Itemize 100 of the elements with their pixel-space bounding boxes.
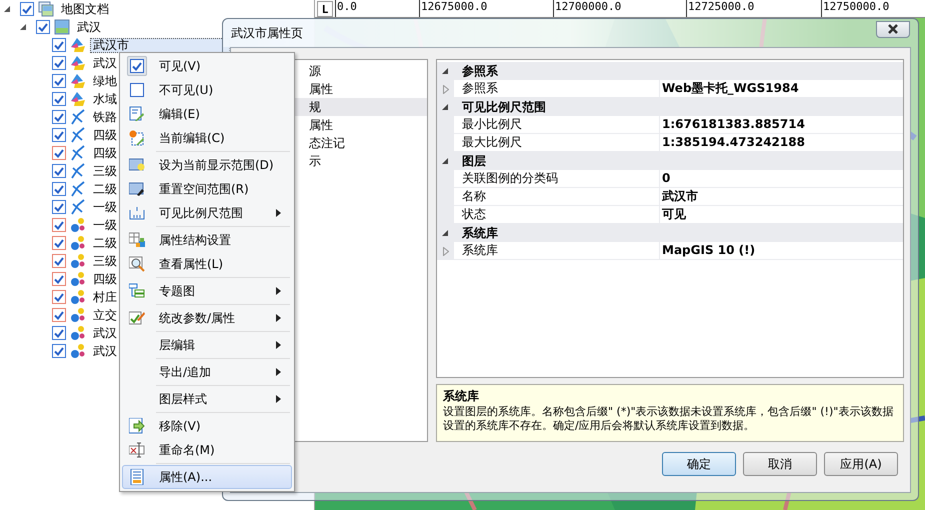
- property-name: 系统库: [454, 242, 660, 260]
- menu-item[interactable]: 导出/追加: [122, 360, 292, 384]
- layer-name[interactable]: 一级: [90, 200, 120, 214]
- expand-arrow-icon[interactable]: [3, 5, 11, 13]
- property-value[interactable]: Web墨卡托_WGS1984: [660, 80, 903, 98]
- menu-item[interactable]: 层编辑: [122, 333, 292, 357]
- layer-name[interactable]: 二级: [90, 182, 120, 196]
- eraser-range-icon: [129, 181, 145, 197]
- layer-name[interactable]: 水域: [90, 92, 120, 106]
- close-button[interactable]: [876, 20, 910, 38]
- collapse-arrow-icon[interactable]: [442, 230, 449, 236]
- layer-checkbox[interactable]: [52, 146, 66, 160]
- layer-checkbox[interactable]: [52, 182, 66, 196]
- layer-checkbox[interactable]: [52, 218, 66, 232]
- layer-name[interactable]: 三级: [90, 254, 120, 268]
- menu-item[interactable]: 可见(V): [122, 54, 292, 78]
- line-layer-icon: [70, 199, 86, 215]
- menu-item[interactable]: 属性结构设置: [122, 228, 292, 252]
- dialog-button[interactable]: 取消: [743, 452, 817, 476]
- layer-checkbox[interactable]: [52, 38, 66, 52]
- table-structure-icon: [129, 232, 145, 248]
- menu-item[interactable]: 可见比例尺范围: [122, 201, 292, 225]
- layer-checkbox[interactable]: [52, 344, 66, 358]
- menu-item[interactable]: 重命名(M): [122, 438, 292, 462]
- layer-name[interactable]: 四级: [90, 146, 120, 160]
- layer-checkbox[interactable]: [52, 56, 66, 70]
- menu-item[interactable]: 专题图: [122, 279, 292, 303]
- remove-icon: [129, 418, 145, 434]
- collapse-arrow-icon[interactable]: [442, 104, 449, 110]
- category-title: 参照系: [461, 62, 498, 80]
- menu-item[interactable]: 属性(A)...: [122, 465, 292, 489]
- menu-item[interactable]: 设为当前显示范围(D): [122, 153, 292, 177]
- layer-checkbox[interactable]: [52, 290, 66, 304]
- polygon-layer-icon: [70, 55, 86, 71]
- description-title: 系统库: [443, 388, 480, 405]
- menu-item[interactable]: 查看属性(L): [122, 252, 292, 276]
- layer-checkbox[interactable]: [52, 308, 66, 322]
- layer-checkbox[interactable]: [52, 200, 66, 214]
- dialog-button[interactable]: 确定: [662, 452, 736, 476]
- polygon-layer-icon: [70, 73, 86, 89]
- layer-checkbox[interactable]: [52, 254, 66, 268]
- polygon-layer-icon: [70, 91, 86, 107]
- layer-name[interactable]: 铁路: [90, 110, 120, 124]
- layer-name[interactable]: 立交: [90, 308, 120, 322]
- checkmark-icon: [132, 62, 142, 70]
- layer-name[interactable]: 三级: [90, 164, 120, 178]
- layer-checkbox[interactable]: [36, 20, 50, 34]
- property-name: 状态: [454, 206, 660, 224]
- collapse-arrow-icon[interactable]: [442, 68, 449, 74]
- layer-name[interactable]: 一级: [90, 218, 120, 232]
- point-layer-icon: [70, 235, 86, 251]
- layer-checkbox[interactable]: [52, 74, 66, 88]
- menu-item[interactable]: 移除(V): [122, 414, 292, 438]
- layer-checkbox[interactable]: [20, 2, 34, 16]
- menu-item[interactable]: 图层样式: [122, 387, 292, 411]
- property-name: 名称: [454, 188, 660, 206]
- layer-name[interactable]: 武汉: [90, 344, 120, 358]
- layer-name[interactable]: 地图文档: [58, 2, 112, 16]
- menu-item[interactable]: 当前编辑(C): [122, 126, 292, 150]
- layer-checkbox[interactable]: [52, 326, 66, 340]
- property-name: 关联图例的分类码: [454, 170, 660, 188]
- lightbulb-range-icon: [129, 157, 145, 173]
- property-value[interactable]: 1:385194.473242188: [660, 134, 903, 152]
- layer-name[interactable]: 二级: [90, 236, 120, 250]
- layer-checkbox[interactable]: [52, 272, 66, 286]
- property-value[interactable]: 0: [660, 170, 903, 188]
- polygon-layer-icon: [70, 37, 86, 53]
- layer-checkbox[interactable]: [52, 110, 66, 124]
- category-title: 可见比例尺范围: [461, 98, 546, 116]
- property-value[interactable]: 可见: [660, 206, 903, 224]
- map-icon: [54, 19, 70, 35]
- layer-checkbox[interactable]: [52, 92, 66, 106]
- layer-name[interactable]: 村庄: [90, 290, 120, 304]
- batch-edit-icon: [129, 310, 145, 326]
- point-layer-icon: [70, 343, 86, 359]
- point-layer-icon: [70, 325, 86, 341]
- collapse-arrow-icon[interactable]: [442, 158, 449, 164]
- scale-icon: [129, 205, 145, 221]
- expand-arrow-icon[interactable]: [19, 23, 27, 31]
- category-title: 系统库: [461, 224, 498, 242]
- menu-item[interactable]: 重置空间范围(R): [122, 177, 292, 201]
- layer-checkbox[interactable]: [52, 128, 66, 142]
- property-value[interactable]: MapGIS 10 (!): [660, 242, 903, 260]
- edit-icon: [129, 106, 145, 122]
- layer-checkbox[interactable]: [52, 164, 66, 178]
- layer-name[interactable]: 武汉: [90, 326, 120, 340]
- ruler-corner[interactable]: L: [317, 1, 333, 17]
- layer-name[interactable]: 四级: [90, 272, 120, 286]
- layer-checkbox[interactable]: [52, 236, 66, 250]
- menu-item[interactable]: 统改参数/属性: [122, 306, 292, 330]
- property-value[interactable]: 武汉市: [660, 188, 903, 206]
- dialog-button[interactable]: 应用(A): [824, 452, 898, 476]
- layer-name[interactable]: 绿地: [90, 74, 120, 88]
- layer-name[interactable]: 武汉: [74, 20, 104, 34]
- layer-name[interactable]: 武汉: [90, 56, 120, 70]
- layer-name[interactable]: 四级: [90, 128, 120, 142]
- ruler-label: 12700000.0: [553, 0, 686, 17]
- property-name: 参照系: [454, 80, 660, 98]
- property-value[interactable]: 1:676181383.885714: [660, 116, 903, 134]
- layer-name[interactable]: 武汉市: [90, 38, 230, 52]
